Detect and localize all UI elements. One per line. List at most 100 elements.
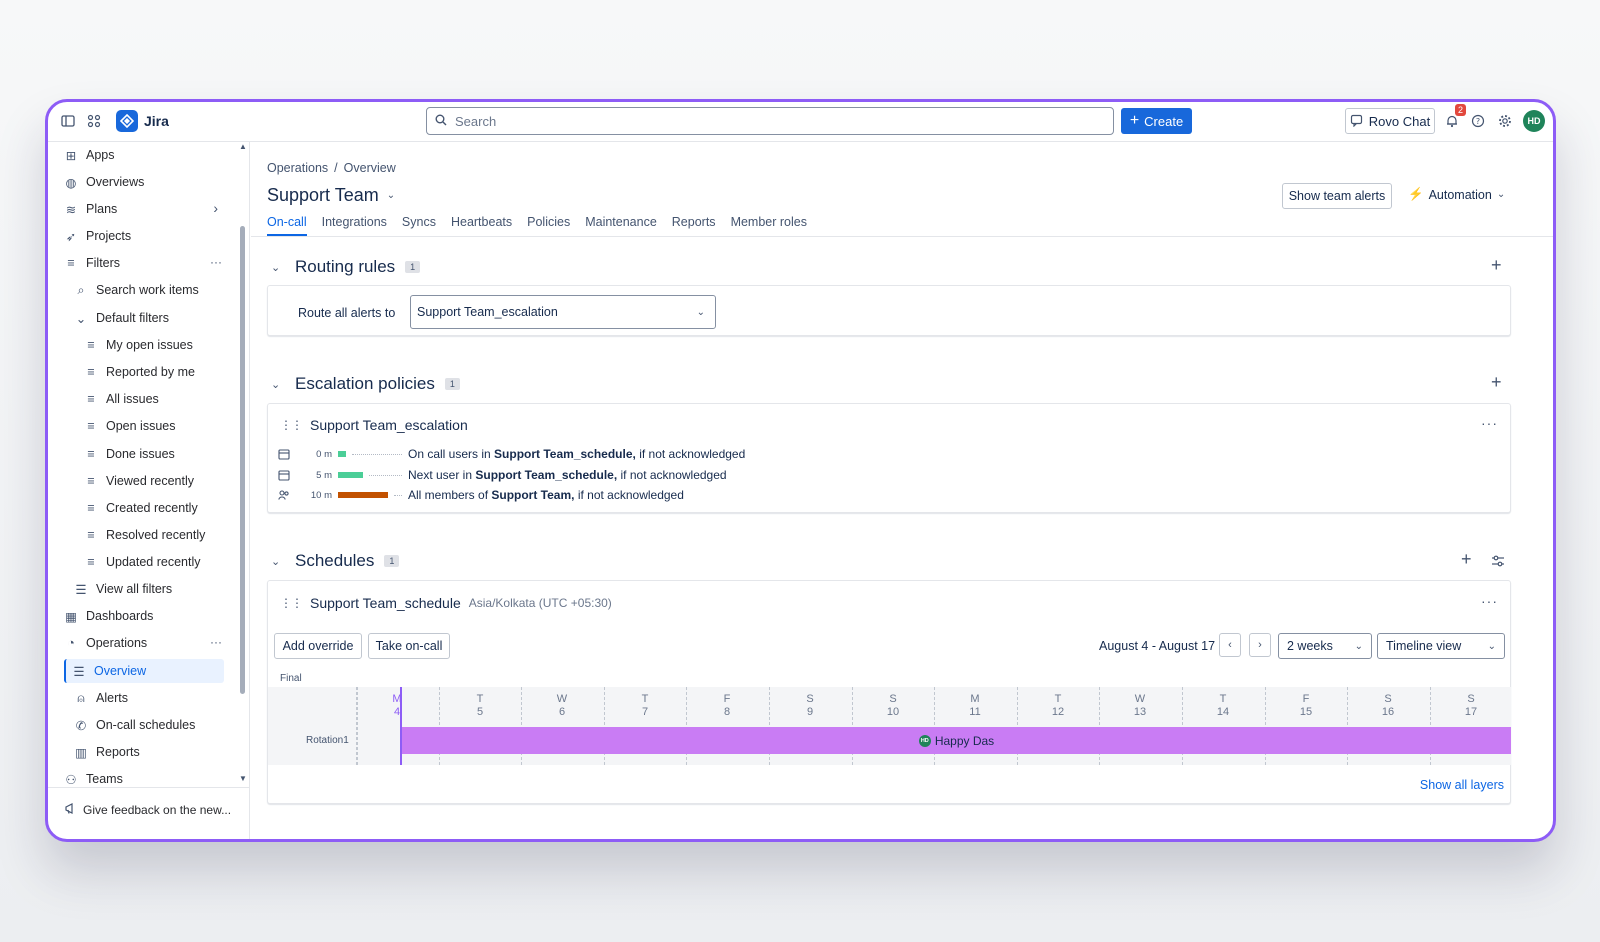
breadcrumb-operations[interactable]: Operations bbox=[267, 161, 328, 175]
sidebar-item-apps[interactable]: ⊞ Apps bbox=[64, 143, 115, 167]
add-escalation-policy-icon[interactable]: + bbox=[1491, 372, 1502, 393]
sidebar-item-overview[interactable]: ☰ Overview bbox=[64, 659, 224, 683]
jira-logo-icon[interactable] bbox=[116, 110, 138, 132]
sidebar-item-resolved-recently[interactable]: ≡ Resolved recently bbox=[84, 523, 205, 547]
next-period-button[interactable]: › bbox=[1249, 633, 1271, 657]
sidebar-item-created-recently[interactable]: ≡ Created recently bbox=[84, 496, 198, 520]
give-feedback-link[interactable]: Give feedback on the new... bbox=[64, 802, 231, 818]
collapse-chevron-icon[interactable]: ⌄ bbox=[271, 378, 285, 391]
add-override-button[interactable]: Add override bbox=[274, 633, 362, 659]
chevron-right-icon[interactable]: › bbox=[213, 200, 218, 216]
schedule-title[interactable]: ⋮⋮ Support Team_schedule Asia/Kolkata (U… bbox=[280, 595, 612, 611]
tab-syncs[interactable]: Syncs bbox=[402, 215, 436, 236]
sidebar-item-label: Created recently bbox=[106, 501, 198, 515]
tab-integrations[interactable]: Integrations bbox=[322, 215, 387, 236]
filter-icon: ≡ bbox=[87, 365, 95, 379]
sidebar-scroll-thumb[interactable] bbox=[240, 226, 245, 694]
tab-reports[interactable]: Reports bbox=[672, 215, 716, 236]
day-number: 6 bbox=[558, 706, 566, 718]
sidebar-item-operations[interactable]: ◔ Operations bbox=[64, 631, 147, 655]
drag-handle-icon[interactable]: ⋮⋮ bbox=[280, 418, 303, 432]
sidebar-item-search-work-items[interactable]: ⌕ Search work items bbox=[74, 278, 198, 302]
filter-icon: ≡ bbox=[87, 338, 95, 352]
chevron-down-icon: ⌄ bbox=[386, 190, 396, 201]
scroll-down-icon[interactable]: ▼ bbox=[239, 774, 247, 783]
schedules-title: Schedules bbox=[295, 551, 375, 570]
timeline-gridline bbox=[357, 687, 358, 765]
tab-maintenance[interactable]: Maintenance bbox=[585, 215, 657, 236]
escalation-policies-header[interactable]: ⌄ Escalation policies 1 bbox=[271, 374, 460, 394]
sidebar-item-all-issues[interactable]: ≡ All issues bbox=[84, 387, 158, 411]
breadcrumb-overview[interactable]: Overview bbox=[344, 161, 396, 175]
sidebar-item-overviews[interactable]: ◍ Overviews bbox=[64, 170, 145, 194]
day-letter: S bbox=[889, 693, 897, 705]
rotation-shift-bar[interactable]: HD Happy Das bbox=[402, 727, 1511, 754]
sidebar-item-reported-by-me[interactable]: ≡ Reported by me bbox=[84, 360, 195, 384]
routing-rules-title: Routing rules bbox=[295, 257, 396, 276]
view-select[interactable]: Timeline view ⌄ bbox=[1377, 633, 1505, 659]
help-icon[interactable]: ? bbox=[1469, 112, 1487, 130]
day-letter: T bbox=[476, 693, 484, 705]
routing-rules-header[interactable]: ⌄ Routing rules 1 bbox=[271, 257, 421, 277]
user-avatar[interactable]: HD bbox=[1523, 110, 1545, 132]
page-title: Support Team bbox=[267, 185, 379, 205]
tab-policies[interactable]: Policies bbox=[527, 215, 570, 236]
filter-settings-icon[interactable] bbox=[1491, 554, 1505, 571]
timeline-day-label: T 14 bbox=[1203, 693, 1243, 719]
create-button[interactable]: + Create bbox=[1121, 108, 1192, 134]
more-actions-icon[interactable]: ··· bbox=[1481, 415, 1498, 431]
sidebar-item-dashboards[interactable]: ▦ Dashboards bbox=[64, 604, 153, 628]
escalation-text-post: if not acknowledged bbox=[617, 468, 727, 482]
app-switcher-icon[interactable] bbox=[85, 112, 103, 130]
app-name[interactable]: Jira bbox=[144, 113, 169, 129]
day-letter: W bbox=[556, 693, 568, 705]
period-select[interactable]: 2 weeks ⌄ bbox=[1278, 633, 1372, 659]
sidebar-item-plans[interactable]: ≋ Plans bbox=[64, 197, 118, 221]
sidebar-item-filters[interactable]: ≡ Filters bbox=[64, 251, 120, 275]
sidebar-item-alerts[interactable]: ⍝ Alerts bbox=[74, 686, 128, 710]
rovo-chat-button[interactable]: Rovo Chat bbox=[1345, 108, 1435, 134]
day-number: 9 bbox=[806, 706, 814, 718]
team-title-dropdown[interactable]: Support Team ⌄ bbox=[267, 185, 395, 206]
scroll-up-icon[interactable]: ▲ bbox=[239, 142, 247, 151]
sidebar-item-done-issues[interactable]: ≡ Done issues bbox=[84, 442, 174, 466]
tabs-divider bbox=[251, 236, 1553, 237]
sidebar-toggle-icon[interactable] bbox=[59, 112, 77, 130]
more-actions-icon[interactable]: ··· bbox=[1481, 593, 1498, 609]
sidebar-item-view-all-filters[interactable]: ☰ View all filters bbox=[74, 577, 172, 601]
escalation-policy-title[interactable]: ⋮⋮ Support Team_escalation bbox=[280, 417, 468, 433]
sidebar-item-viewed-recently[interactable]: ≡ Viewed recently bbox=[84, 469, 194, 493]
automation-button[interactable]: ⚡ Automation ⌄ bbox=[1408, 187, 1505, 202]
sidebar-item-label: Updated recently bbox=[106, 555, 201, 569]
search-input[interactable]: Search bbox=[426, 107, 1114, 135]
tab-on-call[interactable]: On-call bbox=[267, 215, 307, 236]
route-target-select[interactable]: Support Team_escalation ⌄ bbox=[410, 295, 716, 329]
add-schedule-icon[interactable]: + bbox=[1461, 549, 1472, 570]
show-all-layers-link[interactable]: Show all layers bbox=[1420, 778, 1504, 792]
search-icon: ⌕ bbox=[77, 282, 85, 297]
sidebar-item-my-open-issues[interactable]: ≡ My open issues bbox=[84, 333, 193, 357]
take-oncall-button[interactable]: Take on-call bbox=[368, 633, 450, 659]
add-routing-rule-icon[interactable]: + bbox=[1491, 255, 1502, 276]
show-team-alerts-button[interactable]: Show team alerts bbox=[1282, 183, 1392, 209]
list-icon: ☰ bbox=[75, 582, 87, 597]
sidebar-item-open-issues[interactable]: ≡ Open issues bbox=[84, 414, 175, 438]
tab-heartbeats[interactable]: Heartbeats bbox=[451, 215, 512, 236]
drag-handle-icon[interactable]: ⋮⋮ bbox=[280, 596, 303, 610]
previous-period-button[interactable]: ‹ bbox=[1219, 633, 1241, 657]
more-options-icon[interactable]: ··· bbox=[210, 255, 222, 269]
tab-member-roles[interactable]: Member roles bbox=[731, 215, 807, 236]
sidebar-item-projects[interactable]: ➶ Projects bbox=[64, 224, 131, 248]
sidebar-item-on-call-schedules[interactable]: ✆ On-call schedules bbox=[74, 713, 196, 737]
schedules-header[interactable]: ⌄ Schedules 1 bbox=[271, 551, 400, 571]
sidebar-item-reports[interactable]: ▥ Reports bbox=[74, 740, 140, 764]
sidebar-item-default-filters[interactable]: ⌄ Default filters bbox=[74, 306, 169, 330]
sidebar-item-updated-recently[interactable]: ≡ Updated recently bbox=[84, 550, 201, 574]
more-options-icon[interactable]: ··· bbox=[210, 635, 222, 649]
escalation-text-pre: Next user in bbox=[408, 468, 476, 482]
top-navigation-bar: Jira Search + Create Rovo Chat 2 ? HD bbox=[48, 102, 1553, 142]
collapse-chevron-icon[interactable]: ⌄ bbox=[271, 555, 285, 568]
collapse-chevron-icon[interactable]: ⌄ bbox=[271, 261, 285, 274]
settings-gear-icon[interactable] bbox=[1496, 112, 1514, 130]
schedules-count: 1 bbox=[384, 555, 400, 567]
